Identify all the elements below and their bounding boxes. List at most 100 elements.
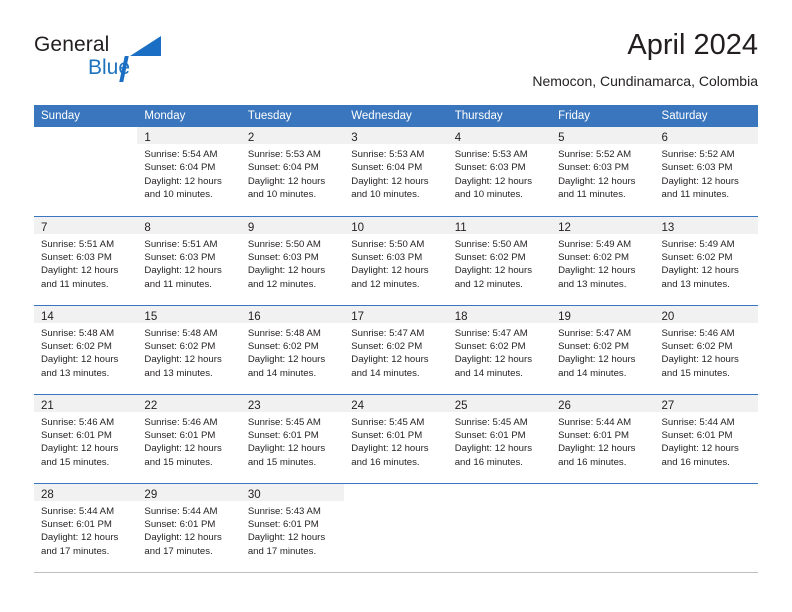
sunset-time: Sunset: 6:03 PM — [661, 162, 733, 174]
day-number: 25 — [454, 399, 468, 412]
calendar-day-cell[interactable]: 21 Sunrise: 5:46 AM Sunset: 6:01 PM Dayligh… — [34, 393, 138, 483]
daylight-duration-line1: Daylight: 12 hours — [558, 354, 636, 366]
sunrise-time: Sunrise: 5:54 AM — [144, 149, 218, 160]
daylight-duration-line1: Daylight: 12 hours — [661, 265, 739, 277]
calendar-day-cell[interactable]: 1 Sunrise: 5:54 AM Sunset: 6:04 PM Daylight… — [137, 127, 241, 216]
sunset-time: Sunset: 6:02 PM — [661, 340, 733, 352]
day-number: 11 — [454, 221, 467, 234]
calendar-day-cell[interactable]: 28 Sunrise: 5:44 AM Sunset: 6:01 PM Dayligh… — [34, 482, 138, 572]
day-number: 20 — [661, 310, 675, 323]
day-details — [34, 144, 137, 148]
calendar-day-cell[interactable]: 29 Sunrise: 5:44 AM Sunset: 6:01 PM Dayligh… — [137, 482, 241, 572]
calendar-week-row: 28 Sunrise: 5:44 AM Sunset: 6:01 PM Dayligh… — [34, 482, 758, 572]
calendar-day-cell[interactable]: 7 Sunrise: 5:51 AM Sunset: 6:03 PM Daylight… — [34, 215, 138, 305]
calendar-day-cell-empty — [551, 482, 655, 572]
calendar-day-cell[interactable]: 24 Sunrise: 5:45 AM Sunset: 6:01 PM Dayligh… — [344, 393, 448, 483]
daylight-duration-line1: Daylight: 12 hours — [351, 265, 429, 277]
calendar-day-cell[interactable]: 20 Sunrise: 5:46 AM Sunset: 6:02 PM Dayligh… — [654, 304, 758, 394]
day-number-band: 12 — [551, 216, 655, 234]
day-details: Sunrise: 5:43 AM Sunset: 6:01 PM Daylight:… — [241, 501, 344, 559]
calendar-day-cell[interactable]: 23 Sunrise: 5:45 AM Sunset: 6:01 PM Dayligh… — [240, 393, 345, 483]
sunset-time: Sunset: 6:02 PM — [41, 340, 112, 352]
daylight-duration-line2: and 12 minutes. — [247, 278, 317, 290]
day-details: Sunrise: 5:53 AM Sunset: 6:04 PM Daylight:… — [344, 144, 447, 202]
sunset-time: Sunset: 6:02 PM — [558, 340, 630, 352]
day-number-band: 4 — [447, 127, 552, 144]
calendar-header-row: Sunday Monday Tuesday Wednesday Thursday… — [34, 105, 758, 127]
calendar-table: Sunday Monday Tuesday Wednesday Thursday… — [34, 105, 758, 572]
sunset-time: Sunset: 6:02 PM — [558, 251, 630, 263]
daylight-duration-line2: and 12 minutes. — [454, 278, 523, 290]
calendar-day-cell[interactable]: 17 Sunrise: 5:47 AM Sunset: 6:02 PM Dayligh… — [344, 304, 448, 394]
sunrise-time: Sunrise: 5:48 AM — [41, 327, 115, 339]
day-details: Sunrise: 5:53 AM Sunset: 6:04 PM Daylight:… — [241, 144, 344, 202]
daylight-duration-line2: and 11 minutes. — [661, 189, 730, 201]
day-number: 4 — [454, 132, 462, 144]
general-blue-logo[interactable]: General Blue — [34, 34, 234, 90]
calendar-day-cell[interactable]: 3 Sunrise: 5:53 AM Sunset: 6:04 PM Daylight… — [344, 127, 448, 216]
calendar-day-cell[interactable]: 8 Sunrise: 5:51 AM Sunset: 6:03 PM Daylight… — [137, 215, 241, 305]
sunset-time: Sunset: 6:03 PM — [41, 251, 112, 263]
day-number: 16 — [247, 310, 261, 323]
sunset-time: Sunset: 6:04 PM — [144, 162, 216, 174]
calendar-week-row: 1 Sunrise: 5:54 AM Sunset: 6:04 PM Daylight… — [34, 127, 758, 216]
day-details: Sunrise: 5:50 AM Sunset: 6:03 PM Daylight:… — [241, 234, 344, 292]
day-number: 24 — [351, 399, 365, 412]
day-details — [448, 501, 551, 505]
day-number-band: 26 — [551, 394, 655, 412]
calendar-day-cell[interactable]: 11 Sunrise: 5:50 AM Sunset: 6:02 PM Dayligh… — [447, 215, 552, 305]
sunset-time: Sunset: 6:02 PM — [144, 340, 216, 352]
day-number-band: 11 — [447, 216, 552, 234]
daylight-duration-line1: Daylight: 12 hours — [558, 265, 636, 277]
daylight-duration-line2: and 10 minutes. — [144, 189, 213, 201]
day-details: Sunrise: 5:45 AM Sunset: 6:01 PM Daylight:… — [448, 412, 551, 470]
calendar-day-cell[interactable]: 4 Sunrise: 5:53 AM Sunset: 6:03 PM Daylight… — [447, 127, 552, 216]
day-number: 29 — [144, 488, 158, 501]
day-number-band — [655, 484, 758, 501]
calendar-day-cell[interactable]: 27 Sunrise: 5:44 AM Sunset: 6:01 PM Dayligh… — [654, 393, 758, 483]
calendar-day-cell[interactable]: 16 Sunrise: 5:48 AM Sunset: 6:02 PM Dayligh… — [240, 304, 345, 394]
day-number: 5 — [558, 132, 565, 144]
page-subtitle: Nemocon, Cundinamarca, Colombia — [532, 73, 758, 89]
calendar-day-cell[interactable]: 26 Sunrise: 5:44 AM Sunset: 6:01 PM Dayligh… — [551, 393, 655, 483]
daylight-duration-line2: and 10 minutes. — [351, 189, 420, 201]
day-details: Sunrise: 5:46 AM Sunset: 6:01 PM Daylight:… — [137, 412, 240, 470]
weekday-header-monday: Monday — [137, 105, 241, 127]
sunset-time: Sunset: 6:01 PM — [454, 429, 526, 441]
calendar-day-cell[interactable]: 2 Sunrise: 5:53 AM Sunset: 6:04 PM Daylight… — [240, 127, 345, 216]
calendar-day-cell[interactable]: 13 Sunrise: 5:49 AM Sunset: 6:02 PM Dayligh… — [654, 215, 758, 305]
calendar-day-cell-empty — [447, 482, 552, 572]
calendar-day-cell[interactable]: 12 Sunrise: 5:49 AM Sunset: 6:02 PM Dayligh… — [551, 215, 655, 305]
day-number-band: 29 — [137, 483, 241, 501]
sunrise-time: Sunrise: 5:53 AM — [351, 149, 425, 160]
sunset-time: Sunset: 6:01 PM — [351, 429, 423, 441]
daylight-duration-line1: Daylight: 12 hours — [661, 175, 739, 187]
daylight-duration-line2: and 16 minutes. — [661, 456, 730, 468]
sunrise-time: Sunrise: 5:51 AM — [144, 238, 218, 250]
calendar-day-cell[interactable]: 5 Sunrise: 5:52 AM Sunset: 6:03 PM Daylight… — [551, 127, 655, 216]
calendar-day-cell[interactable]: 19 Sunrise: 5:47 AM Sunset: 6:02 PM Dayligh… — [551, 304, 655, 394]
page-header: General Blue April 2024 Nemocon, Cundina… — [34, 28, 758, 100]
daylight-duration-line1: Daylight: 12 hours — [144, 265, 222, 277]
sunrise-time: Sunrise: 5:49 AM — [558, 238, 632, 250]
calendar-day-cell[interactable]: 22 Sunrise: 5:46 AM Sunset: 6:01 PM Dayligh… — [137, 393, 241, 483]
daylight-duration-line1: Daylight: 12 hours — [558, 443, 636, 455]
calendar-day-cell[interactable]: 18 Sunrise: 5:47 AM Sunset: 6:02 PM Dayligh… — [447, 304, 552, 394]
day-number-band: 13 — [654, 216, 758, 234]
day-number-band: 18 — [447, 305, 552, 323]
calendar-day-cell[interactable]: 30 Sunrise: 5:43 AM Sunset: 6:01 PM Dayligh… — [240, 482, 345, 572]
calendar-day-cell[interactable]: 10 Sunrise: 5:50 AM Sunset: 6:03 PM Dayligh… — [344, 215, 448, 305]
day-details: Sunrise: 5:51 AM Sunset: 6:03 PM Daylight:… — [34, 234, 137, 292]
calendar-day-cell[interactable]: 14 Sunrise: 5:48 AM Sunset: 6:02 PM Dayligh… — [34, 304, 138, 394]
calendar-day-cell[interactable]: 9 Sunrise: 5:50 AM Sunset: 6:03 PM Daylight… — [240, 215, 345, 305]
daylight-duration-line1: Daylight: 12 hours — [247, 354, 326, 366]
calendar-day-cell[interactable]: 15 Sunrise: 5:48 AM Sunset: 6:02 PM Dayligh… — [137, 304, 241, 394]
daylight-duration-line1: Daylight: 12 hours — [351, 443, 429, 455]
sunset-time: Sunset: 6:02 PM — [661, 251, 733, 263]
day-number-band — [34, 127, 137, 144]
daylight-duration-line1: Daylight: 12 hours — [144, 443, 222, 455]
title-block: April 2024 Nemocon, Cundinamarca, Colomb… — [532, 28, 758, 92]
day-number: 28 — [41, 488, 54, 501]
calendar-day-cell[interactable]: 25 Sunrise: 5:45 AM Sunset: 6:01 PM Dayligh… — [447, 393, 552, 483]
calendar-day-cell[interactable]: 6 Sunrise: 5:52 AM Sunset: 6:03 PM Daylight… — [654, 127, 758, 216]
